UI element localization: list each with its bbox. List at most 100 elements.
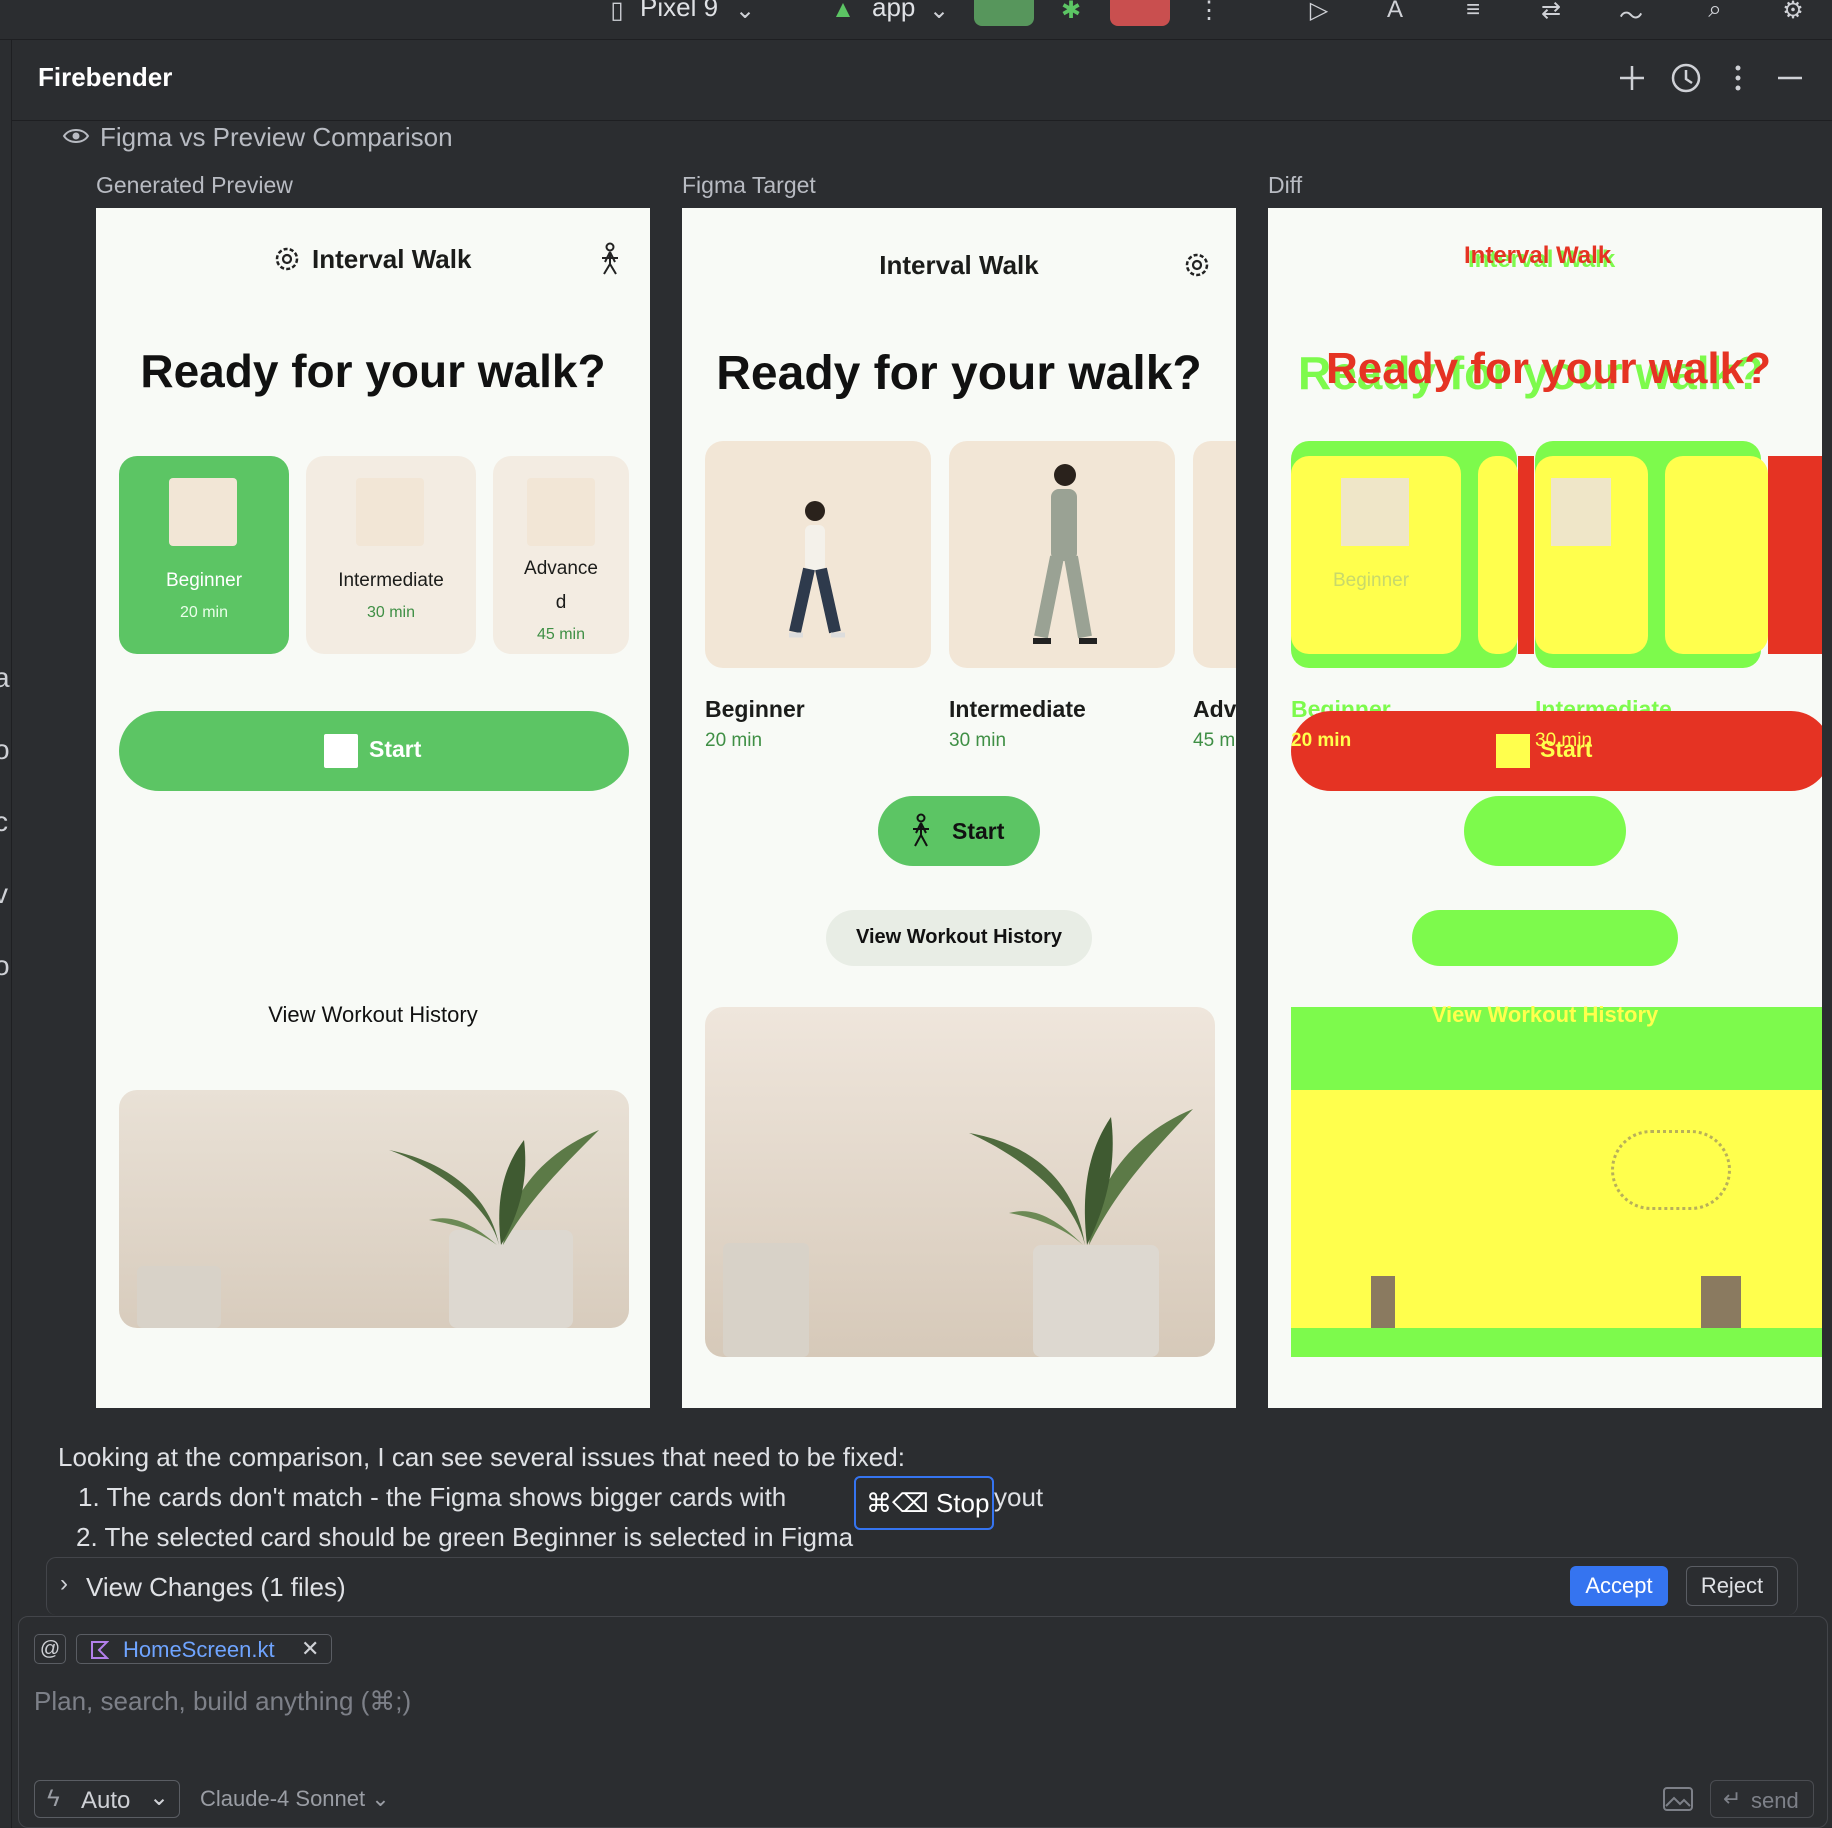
diff-region bbox=[1291, 1090, 1822, 1328]
heading: Ready for your walk? bbox=[716, 347, 1202, 400]
diff-label: Start bbox=[1540, 736, 1593, 762]
column-label-figma: Figma Target bbox=[682, 172, 816, 198]
walker-icon[interactable] bbox=[596, 242, 624, 276]
chat-item: 2. The selected card should be green Beg… bbox=[76, 1522, 854, 1552]
minimize-icon[interactable] bbox=[1772, 60, 1808, 96]
eye-icon bbox=[62, 129, 90, 143]
search-icon[interactable]: ⌕ bbox=[1698, 0, 1732, 23]
mode-selector[interactable]: ϟ Auto ⌄ bbox=[34, 1780, 180, 1818]
diff-region bbox=[1496, 734, 1530, 768]
card-name: Beginner bbox=[705, 696, 805, 722]
gutter-glyph: o bbox=[0, 950, 10, 981]
device-icon: ▯ bbox=[610, 0, 624, 24]
diff-region bbox=[1768, 456, 1822, 654]
diff-label: View Workout History bbox=[1431, 1002, 1659, 1027]
editor-gutter bbox=[0, 40, 12, 1828]
stop-button[interactable]: ⌘⌫ Stop bbox=[854, 1476, 994, 1530]
gutter-glyph: o bbox=[0, 734, 10, 765]
view-history-link[interactable]: View Workout History bbox=[96, 1002, 650, 1028]
card-intermediate[interactable]: Intermediate 30 min bbox=[306, 456, 476, 654]
settings-icon[interactable]: ⚙ bbox=[1776, 0, 1810, 24]
chevron-down-icon[interactable]: ⌄ bbox=[922, 0, 956, 24]
image-icon[interactable] bbox=[1662, 1786, 1694, 1812]
send-button[interactable]: ↵ send bbox=[1710, 1780, 1814, 1818]
add-icon[interactable] bbox=[1614, 60, 1650, 96]
enter-icon: ↵ bbox=[1723, 1786, 1742, 1811]
card-time: 45 m bbox=[1193, 730, 1236, 751]
comparison-title: Figma vs Preview Comparison bbox=[100, 122, 453, 152]
mention-button[interactable]: @ bbox=[34, 1634, 66, 1664]
plant-image bbox=[119, 1090, 629, 1328]
start-label: Start bbox=[369, 736, 422, 762]
android-icon: ▲ bbox=[831, 0, 855, 23]
start-button[interactable]: Start bbox=[878, 796, 1040, 866]
chat-item: 1. The cards don't match - the Figma sho… bbox=[78, 1482, 787, 1512]
debug-icon[interactable]: ✱ bbox=[1054, 0, 1088, 24]
diff-title: Interval Walk bbox=[1464, 242, 1612, 269]
history-label: View Workout History bbox=[856, 926, 1062, 948]
column-label-preview: Generated Preview bbox=[96, 172, 293, 198]
diff-label: 20 min bbox=[1291, 730, 1352, 751]
diff-thumb bbox=[1551, 478, 1611, 546]
chevron-right-icon[interactable]: › bbox=[60, 1570, 68, 1598]
diff-heading: Ready for your walk? bbox=[1326, 344, 1772, 393]
start-button[interactable]: Start bbox=[119, 711, 629, 791]
diff-thumb bbox=[1341, 478, 1409, 546]
history-icon[interactable] bbox=[1668, 60, 1704, 96]
walker-image bbox=[169, 478, 237, 546]
device-selector[interactable]: Pixel 9 bbox=[640, 0, 718, 23]
file-name: HomeScreen.kt bbox=[123, 1637, 275, 1662]
card-intermediate[interactable] bbox=[949, 441, 1175, 668]
panel-title: Firebender bbox=[38, 62, 173, 92]
card-name: Beginner bbox=[165, 570, 243, 591]
card-advanced[interactable]: Advance d 45 min bbox=[493, 456, 629, 654]
reject-button[interactable]: Reject bbox=[1686, 1566, 1778, 1606]
view-history-button[interactable]: View Workout History bbox=[826, 910, 1092, 966]
stop-run-button[interactable] bbox=[1110, 0, 1170, 26]
translate-icon[interactable]: A bbox=[1378, 0, 1412, 23]
figma-screen: Interval Walk Ready for your walk? Begin… bbox=[682, 208, 1236, 1408]
card-beginner[interactable]: Beginner 20 min bbox=[119, 456, 289, 654]
accept-button[interactable]: Accept bbox=[1570, 1566, 1668, 1606]
diff-region bbox=[1518, 456, 1534, 654]
card-name: Intermediate bbox=[949, 696, 1086, 722]
profiler-icon[interactable]: ▷ bbox=[1302, 0, 1336, 24]
sync-icon[interactable]: ⇄ bbox=[1534, 0, 1568, 24]
close-icon[interactable]: ✕ bbox=[301, 1636, 319, 1662]
more-icon[interactable] bbox=[1720, 60, 1756, 96]
chevron-down-icon[interactable]: ⌄ bbox=[728, 0, 762, 24]
lightning-icon: ϟ bbox=[47, 1785, 60, 1812]
card-name: Intermediate bbox=[338, 570, 444, 591]
card-name: Advance d bbox=[524, 558, 598, 613]
chart-icon[interactable]: 〜 bbox=[1614, 0, 1648, 30]
gear-icon bbox=[275, 247, 299, 271]
walker-image bbox=[356, 478, 424, 546]
walker-image bbox=[789, 501, 845, 638]
rerun-button[interactable] bbox=[974, 0, 1034, 26]
card-time: 30 min bbox=[366, 604, 416, 621]
model-selector[interactable]: Claude-4 Sonnet ⌄ bbox=[200, 1786, 390, 1812]
gutter-glyph: a bbox=[0, 662, 10, 693]
card-name: Adv bbox=[1193, 696, 1236, 722]
chevron-down-icon: ⌄ bbox=[371, 1786, 390, 1811]
card-time: 45 min bbox=[536, 626, 586, 643]
diff-region bbox=[1412, 910, 1678, 966]
more-icon[interactable]: ⋮ bbox=[1192, 0, 1226, 24]
diff-icon[interactable]: ≡ bbox=[1456, 0, 1490, 23]
kotlin-file-icon bbox=[91, 1641, 109, 1659]
gear-icon[interactable] bbox=[1182, 250, 1212, 280]
gutter-glyph: v bbox=[0, 878, 8, 909]
chat-item-tail: yout bbox=[994, 1482, 1044, 1512]
diff-screen: Interval Walk Interval Walk Ready for yo… bbox=[1268, 208, 1822, 1408]
card-advanced[interactable] bbox=[1193, 441, 1236, 668]
card-beginner[interactable] bbox=[705, 441, 931, 668]
walker-image bbox=[527, 478, 595, 546]
diff-region bbox=[1464, 796, 1626, 866]
module-selector[interactable]: app bbox=[872, 0, 915, 23]
file-chip[interactable]: HomeScreen.kt ✕ bbox=[76, 1634, 332, 1664]
column-label-diff: Diff bbox=[1268, 172, 1303, 198]
diff-label: Beginner bbox=[1333, 570, 1410, 591]
divider bbox=[12, 120, 1832, 121]
view-changes-toggle[interactable]: View Changes (1 files) bbox=[86, 1572, 346, 1603]
chat-input-placeholder[interactable]: Plan, search, build anything (⌘;) bbox=[34, 1686, 411, 1717]
